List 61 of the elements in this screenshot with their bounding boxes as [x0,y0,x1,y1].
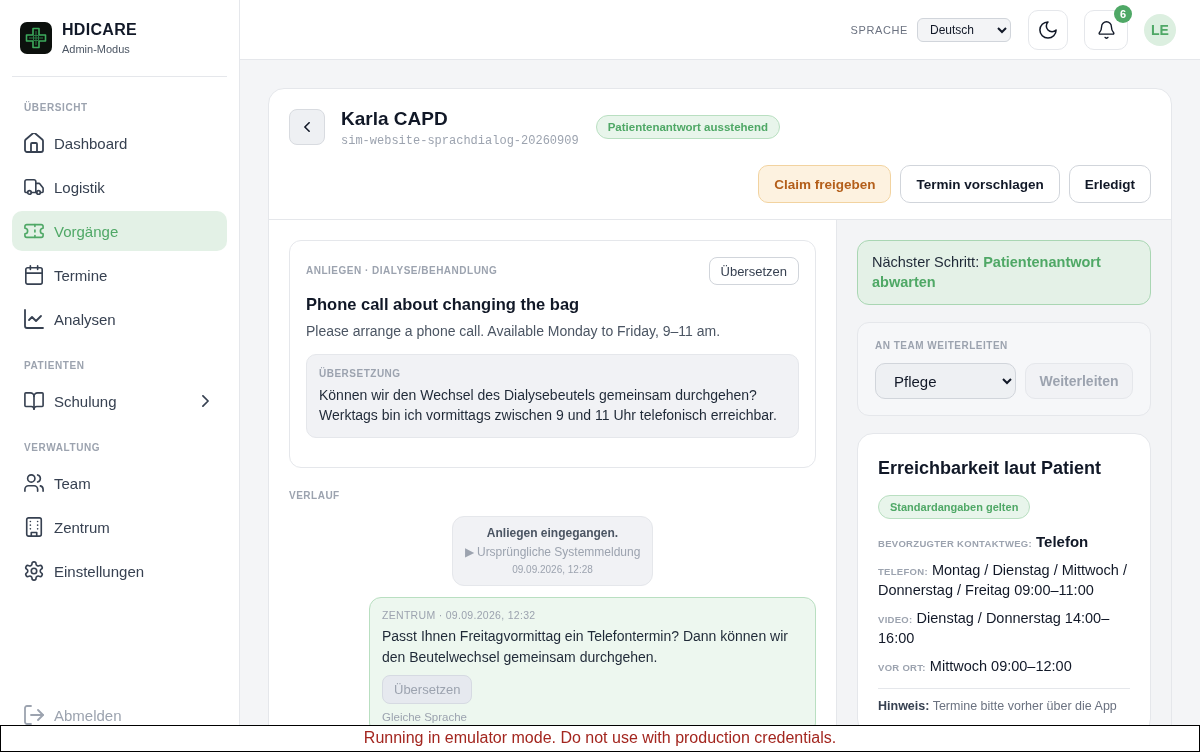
nav-item[interactable]: Analysen [12,299,227,339]
book-icon [24,391,44,411]
availability-entry: TELEFON: Montag / Dienstag / Mittwoch / Donnerstag / Freitag 09:00–11:00 [878,561,1128,600]
action-button[interactable]: Termin vorschlagen [900,165,1060,203]
language-label: SPRACHE [850,23,908,36]
section-label: VERWALTUNG [23,442,102,454]
nav-item[interactable]: Zentrum [12,507,227,547]
next-step-notice: Nächster Schritt: Patientenantwort abwarten [857,240,1151,305]
ticket-icon [24,221,44,241]
language-select[interactable]: Deutsch [917,17,1011,42]
emulator-warning: Running in emulator mode. Do not use with production credentials. [363,729,837,746]
preferred-contact: BEVORZUGTER KONTAKTWEG: Telefon [878,532,1090,552]
logout-icon [24,705,44,725]
settings-icon [24,561,44,581]
message-meta: ZENTRUM · 09.09.2026, 12:32 [382,608,537,622]
nav-item[interactable]: Termine [12,255,227,295]
translation-text: Können wir den Wechsel des Dialysebeutels gemeinsam durchgehen? Werktags bin ich vormittags zwischen 9 und 11 Uhr telefonisch erreichbar. [319,386,778,425]
brand-name: HDICARE [62,20,137,40]
language-note: Gleiche Sprache [382,710,469,724]
theme-toggle-button[interactable] [1028,9,1068,50]
calendar-icon [24,265,44,285]
status-badge: Patientenantwort ausstehend [595,115,781,139]
translation-label: ÜBERSETZUNG [319,367,402,381]
nav-item[interactable]: Schulung [12,381,227,421]
message-text: Passt Ihnen Freitagvormittag ein Telefontermin? Dann können wir den Beutelwechsel gemeinsam durchgehen. [382,627,789,667]
moon-icon [1039,20,1057,39]
history-label: VERLAUF [289,489,341,503]
event-time: 09.09.2026, 12:28 [511,563,594,577]
team-select[interactable]: Pflege [875,363,1016,399]
chevron-left-icon [304,122,310,132]
line-chart-icon [24,309,44,329]
availability-entry: VOR ORT: Mittwoch 09:00–12:00 [878,657,1073,676]
availability-entry: VIDEO: Dienstag / Donnerstag 14:00–16:00 [878,609,1111,648]
bell-icon [1097,20,1115,39]
brand-subtitle: Admin-Modus [62,42,131,56]
house-icon [24,133,44,153]
nav-item[interactable]: Logistik [12,167,227,207]
back-button[interactable] [289,109,325,145]
section-label: ÜBERSICHT [23,102,89,114]
building-icon [24,517,44,537]
translate-button[interactable]: Übersetzen [708,257,799,285]
truck-icon [24,177,44,197]
action-button[interactable]: Claim freigeben [758,165,892,203]
notification-count-badge: 6 [1114,4,1132,23]
availability-hint: Hinweis: Termine bitte vorher über die App [878,698,1118,714]
case-id: sim-website-sprachdialog-20260909 [341,133,579,149]
cross-logo-icon [20,22,52,54]
event-title: Anliegen eingegangen. [485,525,620,541]
nav-item[interactable]: Team [12,463,227,503]
defaults-badge: Standardangaben gelten [878,495,1031,519]
forward-label: AN TEAM WEITERLEITEN [875,339,1009,353]
action-button[interactable]: Erledigt [1068,165,1151,203]
case-title: Karla CAPD [341,109,449,129]
request-text: Please arrange a phone call. Available Monday to Friday, 9–11 am. [306,322,722,341]
nav-item[interactable]: Dashboard [12,123,227,163]
nav-item[interactable]: Einstellungen [12,551,227,591]
request-title: Phone call about changing the bag [306,294,581,314]
request-category: ANLIEGEN · DIALYSE/BEHANDLUNG [306,264,498,278]
availability-title: Erreichbarkeit laut Patient [878,457,1103,480]
section-label: PATIENTEN [23,360,86,372]
users-icon [24,473,44,493]
